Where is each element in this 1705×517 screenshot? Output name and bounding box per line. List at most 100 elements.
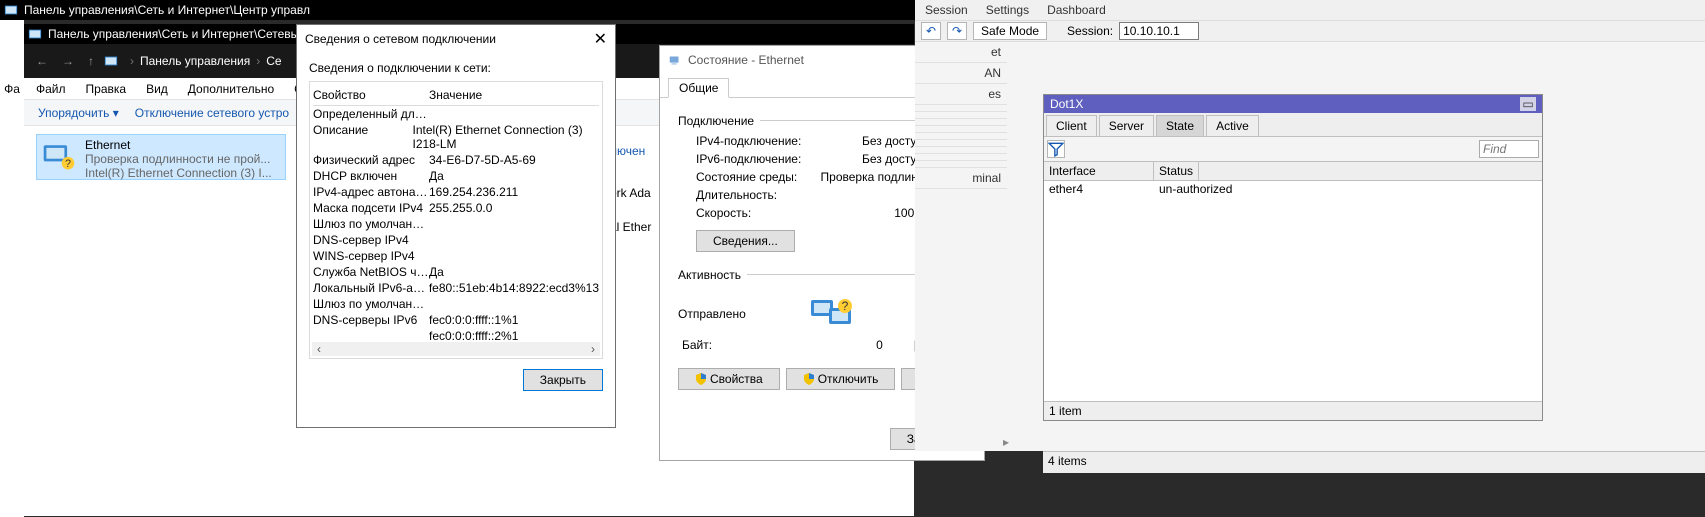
nav-forward-icon[interactable]: → <box>58 54 78 68</box>
undo-button[interactable]: ↶ <box>921 22 941 40</box>
detail-key <box>313 329 429 343</box>
bytes-sent-value: 0 <box>876 338 883 352</box>
dialog-titlebar: Сведения о сетевом подключении ✕ <box>297 25 615 53</box>
status-key: Скорость: <box>696 206 751 220</box>
detail-key: Локальный IPv6-адрес... <box>313 281 429 295</box>
shield-icon <box>803 373 815 385</box>
group-connection: Подключение <box>678 114 754 128</box>
window-title-1: Панель управления\Сеть и Интернет\Центр … <box>24 3 310 17</box>
close-icon[interactable]: ✕ <box>594 29 607 49</box>
tab-active[interactable]: Active <box>1206 115 1259 136</box>
detail-row[interactable]: Физический адрес34-E6-D7-5D-A5-69 <box>313 152 599 168</box>
detail-key: Маска подсети IPv4 <box>313 201 429 215</box>
find-input[interactable] <box>1479 140 1539 158</box>
breadcrumb-next[interactable]: Се <box>266 54 281 68</box>
group-activity: Активность <box>678 268 741 282</box>
control-panel-icon <box>4 3 18 17</box>
detail-row[interactable]: Служба NetBIOS через...Да <box>313 264 599 280</box>
nav-up-icon[interactable]: ↑ <box>84 54 98 68</box>
list-area[interactable]: ether4 un-authorized <box>1044 181 1542 401</box>
network-adapter-icon: ? <box>41 138 77 174</box>
details-listbox[interactable]: Свойство Значение Определенный для по...… <box>309 81 603 359</box>
status-key: IPv6-подключение: <box>696 152 801 166</box>
detail-value: fec0:0:0:ffff::1%1 <box>429 313 518 327</box>
menu-extra[interactable]: Дополнительно <box>188 82 274 96</box>
safemode-button[interactable]: Safe Mode <box>973 22 1047 40</box>
status-key: IPv4-подключение: <box>696 134 801 148</box>
tabstrip: Client Server State Active <box>1044 113 1542 137</box>
winbox-toolbar: ↶ ↷ Safe Mode Session: <box>915 20 1705 42</box>
session-label: Session: <box>1067 24 1113 38</box>
detail-key: Определенный для по... <box>313 107 429 121</box>
horizontal-scrollbar[interactable]: ‹› <box>312 342 600 356</box>
toolbar-disable[interactable]: Отключение сетевого устро <box>135 106 289 120</box>
control-panel-icon <box>28 27 42 41</box>
details-button[interactable]: Сведения... <box>696 230 795 252</box>
detail-key: Шлюз по умолчанию IP... <box>313 217 429 231</box>
column-header-value[interactable]: Значение <box>429 88 482 102</box>
toolbar-sort[interactable]: Упорядочить ▾ <box>38 106 119 120</box>
detail-key: IPv4-адрес автонастро... <box>313 185 429 199</box>
menu-file[interactable]: Файл <box>36 82 66 96</box>
detail-value: fe80::51eb:4b14:8922:ecd3%13 <box>429 281 599 295</box>
svg-text:?: ? <box>65 158 71 170</box>
redo-button[interactable]: ↷ <box>947 22 967 40</box>
window-titlebar[interactable]: Dot1X ▭ <box>1044 95 1542 113</box>
scroll-indicator-icon: ▸ <box>1003 435 1017 449</box>
properties-button[interactable]: Свойства <box>678 368 780 390</box>
detail-value: Да <box>429 169 444 183</box>
adapter-device: Intel(R) Ethernet Connection (3) I... <box>85 166 280 180</box>
adapter-name: Ethernet <box>85 138 280 152</box>
menu-edit[interactable]: Правка <box>86 82 127 96</box>
detail-row[interactable]: WINS-сервер IPv4 <box>313 248 599 264</box>
detail-row[interactable]: Определенный для по... <box>313 106 599 122</box>
detail-row[interactable]: ОписаниеIntel(R) Ethernet Connection (3)… <box>313 122 599 152</box>
winbox-menubar: Session Settings Dashboard <box>915 0 1705 20</box>
session-input[interactable] <box>1119 22 1199 40</box>
filter-icon[interactable] <box>1047 140 1065 158</box>
nav-back-icon[interactable]: ← <box>32 54 52 68</box>
detail-row[interactable]: Маска подсети IPv4255.255.0.0 <box>313 200 599 216</box>
column-header-property[interactable]: Свойство <box>313 88 429 102</box>
cell-status: un-authorized <box>1154 181 1237 197</box>
detail-row[interactable]: Шлюз по умолчанию IP... <box>313 216 599 232</box>
detail-row[interactable]: DNS-сервер IPv4 <box>313 232 599 248</box>
activity-icon: ? <box>805 294 859 334</box>
breadcrumb-separator-icon: › <box>256 54 260 68</box>
scroll-right-icon[interactable]: › <box>586 342 600 356</box>
adapter-item[interactable]: ? Ethernet Проверка подлинности не прой.… <box>36 134 286 180</box>
menu-dashboard[interactable]: Dashboard <box>1047 3 1106 17</box>
menu-settings[interactable]: Settings <box>986 3 1029 17</box>
tab-server[interactable]: Server <box>1099 115 1154 136</box>
tab-state[interactable]: State <box>1156 115 1204 136</box>
outer-statusbar: 4 items <box>1043 451 1705 473</box>
tab-general[interactable]: Общие <box>668 78 729 98</box>
detail-row[interactable]: DNS-серверы IPv6fec0:0:0:ffff::1%1 <box>313 312 599 328</box>
menu-session[interactable]: Session <box>925 3 968 17</box>
status-key: Состояние среды: <box>696 170 797 184</box>
detail-row[interactable]: Локальный IPv6-адрес...fe80::51eb:4b14:8… <box>313 280 599 296</box>
dialog-title: Сведения о сетевом подключении <box>305 32 496 46</box>
tab-client[interactable]: Client <box>1046 115 1097 136</box>
detail-row[interactable]: Шлюз по умолчанию IP... <box>313 296 599 312</box>
bytes-label: Байт: <box>682 338 712 352</box>
close-button[interactable]: Закрыть <box>523 369 603 391</box>
minimize-icon[interactable]: ▭ <box>1520 97 1536 111</box>
detail-value: 34-E6-D7-5D-A5-69 <box>429 153 536 167</box>
detail-key: Физический адрес <box>313 153 429 167</box>
breadcrumb-root[interactable]: Панель управления <box>140 54 250 68</box>
detail-value: 255.255.0.0 <box>429 201 492 215</box>
detail-row[interactable]: IPv4-адрес автонастро...169.254.236.211 <box>313 184 599 200</box>
status-key: Длительность: <box>696 188 777 202</box>
table-row[interactable]: ether4 un-authorized <box>1044 181 1542 197</box>
column-header-interface[interactable]: Interface <box>1044 162 1154 180</box>
detail-value: fec0:0:0:ffff::2%1 <box>429 329 518 343</box>
detail-row[interactable]: DHCP включенДа <box>313 168 599 184</box>
control-panel-icon <box>104 54 118 68</box>
dialog-title: Состояние - Ethernet <box>688 53 804 67</box>
inner-statusbar: 1 item <box>1044 401 1542 420</box>
disable-button[interactable]: Отключить <box>786 368 896 390</box>
column-header-status[interactable]: Status <box>1154 162 1199 180</box>
menu-view[interactable]: Вид <box>146 82 168 96</box>
scroll-left-icon[interactable]: ‹ <box>312 342 326 356</box>
